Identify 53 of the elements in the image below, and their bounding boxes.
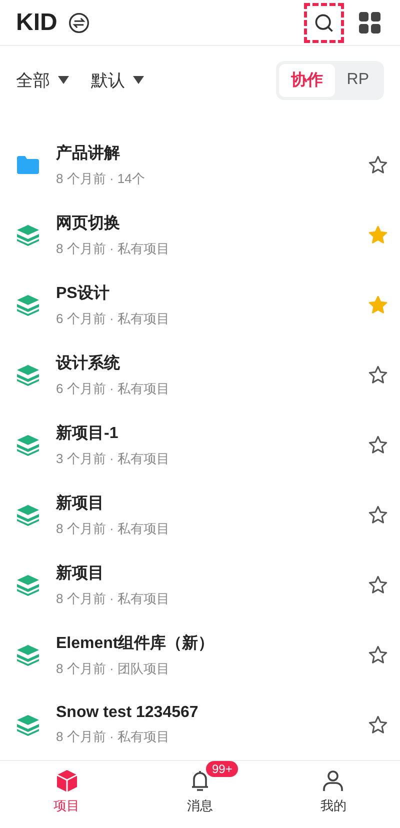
tab-bar-item[interactable]: 消息 99+ bbox=[133, 761, 267, 828]
item-name: 网页切换 bbox=[56, 214, 120, 234]
layers-icon bbox=[16, 574, 40, 596]
star-outline-icon[interactable] bbox=[368, 155, 388, 175]
star-outline-icon[interactable] bbox=[368, 435, 388, 455]
item-name: 新项目 bbox=[56, 563, 104, 584]
layers-icon bbox=[16, 364, 40, 386]
segment-tab[interactable]: RP bbox=[334, 64, 381, 96]
search-button[interactable] bbox=[304, 2, 344, 42]
star-outline-icon[interactable] bbox=[368, 645, 388, 665]
item-meta: 8 个月前 · 私有项目 bbox=[56, 240, 170, 258]
item-meta: 8 个月前 · 14个 bbox=[56, 170, 145, 188]
swap-icon bbox=[68, 12, 90, 34]
layers-icon bbox=[16, 224, 40, 246]
star-outline-icon[interactable] bbox=[368, 715, 388, 735]
item-meta: 8 个月前 · 团队项目 bbox=[56, 660, 170, 678]
item-meta: 6 个月前 · 私有项目 bbox=[56, 310, 170, 328]
item-name: 新项目 bbox=[56, 493, 104, 514]
item-name: 产品讲解 bbox=[56, 143, 120, 164]
item-name: Snow test 1234567 bbox=[56, 704, 198, 722]
person-icon bbox=[321, 769, 346, 793]
item-meta: 8 个月前 · 私有项目 bbox=[56, 590, 170, 608]
filter-dropdown[interactable]: 默认 bbox=[91, 68, 144, 92]
layers-icon bbox=[16, 504, 40, 526]
item-name: 新项目-1 bbox=[56, 423, 118, 444]
item-meta: 6 个月前 · 私有项目 bbox=[56, 380, 170, 398]
caret-icon bbox=[133, 76, 144, 84]
star-filled-icon[interactable] bbox=[368, 225, 388, 245]
layers-icon bbox=[16, 714, 40, 736]
segment-tab[interactable]: 协作 bbox=[278, 64, 335, 96]
grid-icon bbox=[359, 12, 381, 34]
app-title: KID bbox=[16, 8, 58, 36]
item-name: PS设计 bbox=[56, 284, 110, 304]
star-filled-icon[interactable] bbox=[368, 295, 388, 315]
tab-bar-item[interactable]: 我的 bbox=[266, 761, 400, 828]
star-outline-icon[interactable] bbox=[368, 365, 388, 385]
filter-dropdown[interactable]: 全部 bbox=[16, 68, 69, 92]
tab-bar-item[interactable]: 项目 bbox=[0, 761, 134, 828]
item-meta: 8 个月前 · 私有项目 bbox=[56, 728, 170, 746]
item-meta: 3 个月前 · 私有项目 bbox=[56, 450, 170, 468]
search-icon bbox=[313, 12, 335, 34]
item-name: 设计系统 bbox=[56, 353, 120, 374]
notification-badge: 99+ bbox=[206, 761, 238, 777]
star-outline-icon[interactable] bbox=[368, 505, 388, 525]
layers-icon bbox=[16, 294, 40, 316]
layers-icon bbox=[16, 434, 40, 456]
folder-icon bbox=[16, 155, 40, 175]
caret-icon bbox=[58, 76, 69, 84]
item-name: Element组件库（新） bbox=[56, 633, 214, 654]
star-outline-icon[interactable] bbox=[368, 575, 388, 595]
item-meta: 8 个月前 · 私有项目 bbox=[56, 520, 170, 538]
cube-icon bbox=[54, 769, 79, 793]
layers-icon bbox=[16, 644, 40, 666]
